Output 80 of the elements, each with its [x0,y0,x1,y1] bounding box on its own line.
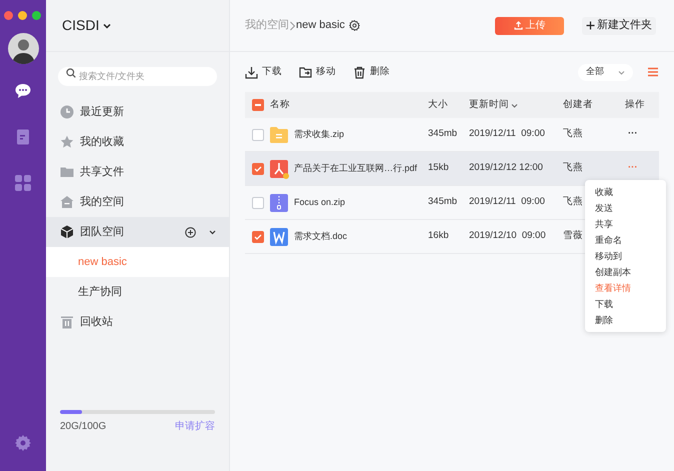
table-cell: 飞燕 [563,128,583,140]
column-header: 操作 [625,98,645,112]
word-file-icon [269,226,289,246]
nav-label: 共享文件 [80,164,124,180]
star-icon [60,135,74,149]
apps-icon[interactable] [14,174,32,192]
filter-dropdown[interactable]: 全部 [578,64,633,80]
toolbar-button[interactable]: 删除 [353,64,390,80]
table-cell: 16kb [428,230,449,242]
workspace-switcher[interactable]: CISDI [62,15,112,36]
column-header: 名称 [270,98,290,112]
upload-icon [514,21,522,30]
nav-label: 团队空间 [80,224,124,240]
search-field[interactable]: 搜索文件/文件夹 [58,66,217,86]
file-name: 需求文档.doc [294,230,348,243]
menu-item[interactable]: 创建副本 [585,264,666,280]
home-icon [60,195,74,209]
plus-icon [586,21,595,30]
table-cell: 雪薇 [563,230,583,242]
table-cell: 2019/12/12 12:00 [469,162,543,174]
select-all-checkbox[interactable] [252,99,264,111]
file-name: 需求收集.zip [294,128,344,141]
table-cell: 345mb [428,128,458,140]
column-header: 创建者 [563,98,594,112]
pdf-file-icon [269,158,289,178]
add-icon[interactable] [185,226,196,238]
file-name: Focus on.zip [294,196,346,209]
chevron-icon [289,20,296,30]
toolbar-button[interactable]: 下载 [245,64,282,80]
avatar[interactable] [8,33,38,64]
table-cell: 飞燕 [563,162,583,174]
table-row[interactable]: 产品关于在工业互联网…行.pdf 15kb 2019/12/12 12:00 飞燕 ··· [245,152,659,186]
nav-label: 我的收藏 [80,134,124,150]
download-icon [245,66,258,78]
cube-icon [60,225,74,239]
chat-icon[interactable] [14,82,32,100]
chevron-down-icon [511,102,518,108]
close-button[interactable] [4,11,13,20]
row-checkbox[interactable] [252,128,264,140]
chevron-down-icon [618,68,625,76]
minimize-button[interactable] [18,11,27,20]
table-cell: 2019/12/11 09:00 [469,196,545,208]
nav-label: 我的空间 [80,194,124,210]
chevron-icon[interactable] [208,228,217,236]
menu-icon[interactable] [648,67,658,77]
menu-item[interactable]: 下载 [585,296,666,312]
column-header[interactable]: 更新时间 [469,98,509,112]
more-button[interactable]: ··· [625,127,638,142]
breadcrumb-item: new basic [296,18,345,34]
folder-arrow-icon [299,66,312,78]
trash-icon [60,315,74,329]
column-header: 大小 [428,98,449,112]
trash-icon [353,66,366,78]
settings-icon[interactable] [348,20,360,31]
row-checkbox[interactable] [252,196,264,208]
nav-item[interactable]: 团队空间 [46,217,229,247]
toolbar-button[interactable]: 移动 [299,64,336,80]
table-cell: 15kb [428,162,449,174]
nav-subitem[interactable]: 生产协同 [46,277,229,307]
book-icon[interactable] [14,128,32,146]
nav-label: 回收站 [80,314,113,330]
nav-label: 最近更新 [80,104,124,120]
table-cell: 2019/12/11 09:00 [469,128,545,140]
table-cell: 飞燕 [563,196,583,208]
row-checkbox[interactable] [252,230,264,242]
folder-icon [60,165,74,179]
file-name: 产品关于在工业互联网…行.pdf [294,162,418,175]
table-cell: 2019/12/10 09:00 [469,230,546,242]
check-icon [254,164,262,172]
table-cell: 345mb [428,196,458,208]
new-folder-button[interactable]: 新建文件夹 [582,16,656,34]
search-icon [66,68,76,78]
maximize-button[interactable] [32,11,41,20]
check-icon [254,232,262,240]
clock-icon [60,105,74,119]
menu-item[interactable]: 删除 [585,312,666,328]
zip-file-icon [269,192,289,212]
row-checkbox[interactable] [252,162,264,174]
storage-usage: 20G/100G [60,420,106,434]
folder-icon [269,124,289,144]
